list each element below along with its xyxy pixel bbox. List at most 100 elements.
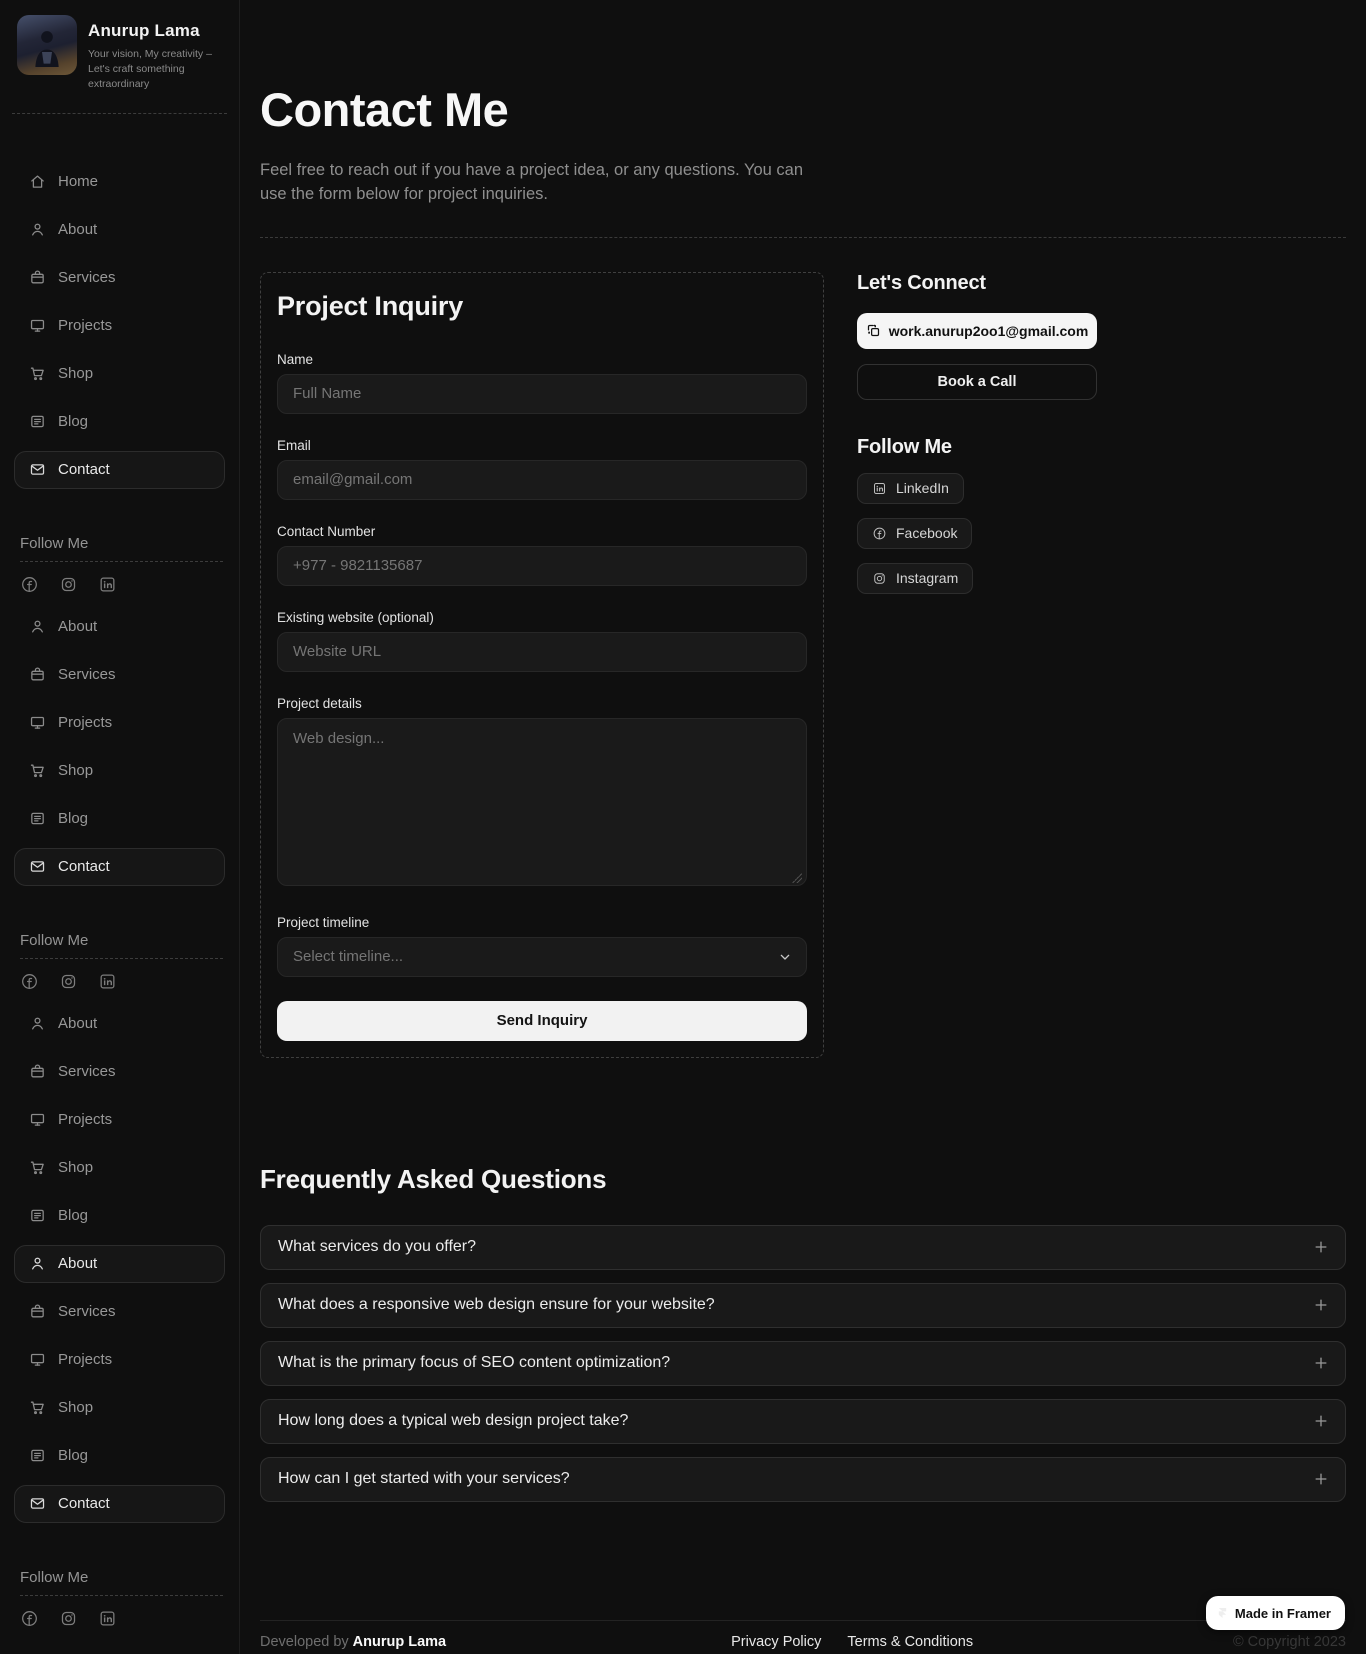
facebook-link[interactable]: [20, 972, 39, 991]
sidebar-item-blog[interactable]: Blog: [0, 1432, 239, 1480]
email-address: work.anurup2oo1@gmail.com: [888, 322, 1089, 339]
terms-link[interactable]: Terms & Conditions: [847, 1634, 973, 1650]
sidebar-item-about[interactable]: About: [14, 1244, 225, 1283]
sidebar-item-about[interactable]: About: [0, 603, 239, 651]
linkedin-icon: [98, 1609, 117, 1628]
blog-icon: [29, 1207, 46, 1224]
follow-me-label: Follow Me: [20, 1569, 223, 1596]
sidebar-item-label: Contact: [58, 858, 110, 876]
name-input[interactable]: [277, 373, 807, 414]
user-icon: [29, 618, 46, 635]
faq-question: How long does a typical web design proje…: [278, 1412, 629, 1430]
faq-item[interactable]: What services do you offer?: [260, 1224, 1346, 1270]
project-timeline-select[interactable]: Select timeline...: [277, 936, 807, 977]
sidebar-item-label: Shop: [58, 365, 94, 383]
mail-icon: [29, 461, 46, 478]
linkedin-link[interactable]: [98, 1609, 117, 1628]
section-divider: [260, 236, 1346, 238]
sidebar-item-contact[interactable]: Contact: [14, 450, 225, 489]
linkedin-icon: [872, 481, 887, 496]
project-details-label: Project details: [277, 695, 362, 711]
project-details-textarea[interactable]: [277, 717, 807, 886]
plus-icon[interactable]: [1312, 1354, 1330, 1372]
sidebar-item-blog[interactable]: Blog: [0, 398, 239, 446]
monitor-icon: [29, 317, 46, 334]
faq-item[interactable]: How can I get started with your services…: [260, 1456, 1346, 1502]
plus-icon[interactable]: [1312, 1470, 1330, 1488]
cart-icon: [29, 1399, 46, 1416]
instagram-button[interactable]: Instagram: [857, 562, 974, 594]
profile-card[interactable]: Anurup Lama Your vision, My creativity –…: [0, 0, 239, 93]
instagram-link[interactable]: [59, 972, 78, 991]
sidebar-item-home[interactable]: Home: [0, 158, 239, 206]
sidebar-item-about[interactable]: About: [0, 206, 239, 254]
sidebar-item-services[interactable]: Services: [0, 1048, 239, 1096]
linkedin-link[interactable]: [98, 575, 117, 594]
website-input[interactable]: [277, 631, 807, 672]
cart-icon: [29, 365, 46, 382]
email-input[interactable]: [277, 459, 807, 500]
sidebar-item-contact[interactable]: Contact: [14, 847, 225, 886]
send-inquiry-button[interactable]: Send Inquiry: [277, 1000, 807, 1041]
faq-title: Frequently Asked Questions: [260, 1163, 607, 1194]
sidebar-item-label: Shop: [58, 1159, 94, 1177]
faq-item[interactable]: What does a responsive web design ensure…: [260, 1282, 1346, 1328]
sidebar-item-services[interactable]: Services: [0, 254, 239, 302]
faq-item[interactable]: How long does a typical web design proje…: [260, 1398, 1346, 1444]
sidebar-item-label: Services: [58, 1063, 116, 1081]
facebook-link[interactable]: [20, 1609, 39, 1628]
plus-icon[interactable]: [1312, 1412, 1330, 1430]
sidebar-item-contact[interactable]: Contact: [14, 1484, 225, 1523]
sidebar-item-blog[interactable]: Blog: [0, 795, 239, 843]
home-icon: [29, 173, 46, 190]
plus-icon[interactable]: [1312, 1296, 1330, 1314]
resize-grip[interactable]: [792, 872, 802, 883]
sidebar-item-services[interactable]: Services: [0, 1288, 239, 1336]
facebook-button[interactable]: Facebook: [857, 517, 973, 549]
book-a-call-button[interactable]: Book a Call: [857, 363, 1097, 400]
sidebar-item-projects[interactable]: Projects: [0, 302, 239, 350]
faq-item[interactable]: What is the primary focus of SEO content…: [260, 1340, 1346, 1386]
sidebar-item-shop[interactable]: Shop: [0, 747, 239, 795]
timeline-selected-value: Select timeline...: [293, 948, 404, 966]
made-in-framer-badge[interactable]: Made in Framer: [1205, 1596, 1345, 1630]
linkedin-icon: [98, 575, 117, 594]
faq-question: How can I get started with your services…: [278, 1470, 570, 1488]
contact-number-input[interactable]: [277, 545, 807, 586]
sidebar-item-blog[interactable]: Blog: [0, 1192, 239, 1240]
mail-icon: [29, 858, 46, 875]
sidebar-follow-section: Follow Me: [20, 932, 223, 991]
sidebar-item-label: Home: [58, 173, 99, 191]
sidebar-item-shop[interactable]: Shop: [0, 1384, 239, 1432]
form-title: Project Inquiry: [277, 290, 464, 321]
page-title: Contact Me: [260, 83, 509, 136]
sidebar-item-label: Services: [58, 666, 116, 684]
sidebar-follow-section: Follow Me: [20, 535, 223, 594]
sidebar-item-shop[interactable]: Shop: [0, 350, 239, 398]
faq-section: Frequently Asked Questions What services…: [260, 1164, 1346, 1502]
plus-icon[interactable]: [1312, 1238, 1330, 1256]
linkedin-button[interactable]: LinkedIn: [857, 472, 964, 504]
faq-question: What does a responsive web design ensure…: [278, 1296, 715, 1314]
contact-number-label: Contact Number: [277, 523, 376, 539]
sidebar-item-projects[interactable]: Projects: [0, 699, 239, 747]
sidebar-item-label: Services: [58, 269, 116, 287]
instagram-link[interactable]: [59, 575, 78, 594]
copyright-text: © Copyright 2023: [1232, 1633, 1346, 1650]
privacy-policy-link[interactable]: Privacy Policy: [731, 1634, 821, 1650]
sidebar-item-shop[interactable]: Shop: [0, 1144, 239, 1192]
footer: Developed by Anurup Lama Privacy Policy T…: [260, 1619, 1346, 1650]
linkedin-link[interactable]: [98, 972, 117, 991]
sidebar-item-about[interactable]: About: [0, 1000, 239, 1048]
facebook-link[interactable]: [20, 575, 39, 594]
instagram-icon: [872, 571, 887, 586]
mail-icon: [29, 1495, 46, 1512]
sidebar-item-label: Services: [58, 1303, 116, 1321]
instagram-link[interactable]: [59, 1609, 78, 1628]
sidebar-item-services[interactable]: Services: [0, 651, 239, 699]
copy-email-button[interactable]: work.anurup2oo1@gmail.com: [857, 312, 1097, 349]
sidebar-item-label: Projects: [58, 1111, 113, 1129]
sidebar-item-projects[interactable]: Projects: [0, 1096, 239, 1144]
sidebar-item-projects[interactable]: Projects: [0, 1336, 239, 1384]
blog-icon: [29, 1447, 46, 1464]
